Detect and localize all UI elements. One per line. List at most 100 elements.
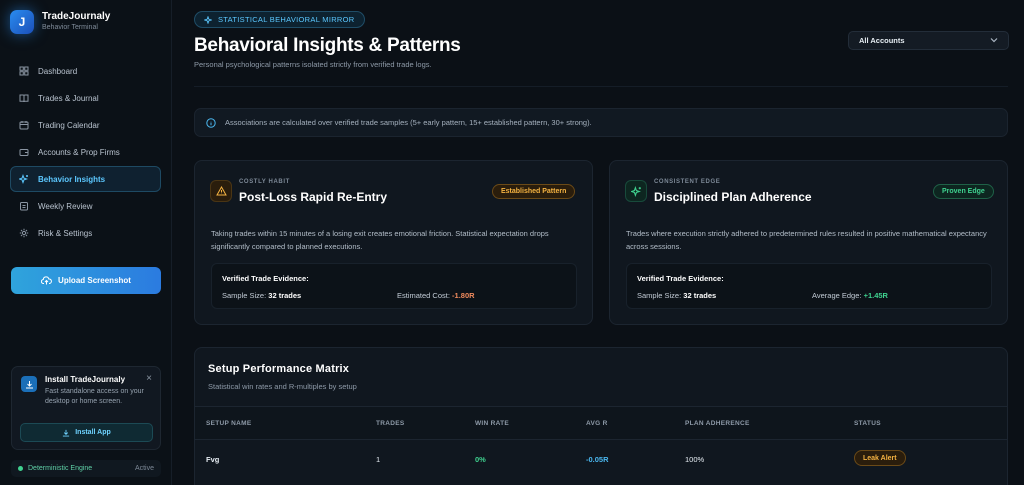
engine-status: Deterministic Engine Active	[11, 460, 161, 477]
upload-screenshot-button[interactable]: Upload Screenshot	[11, 267, 161, 294]
page-subtitle: Personal psychological patterns isolated…	[194, 60, 432, 69]
plan-adherence-cell: 100%	[685, 455, 705, 464]
metric-label: Average Edge:	[812, 291, 862, 300]
column-header[interactable]: SETUP NAME	[206, 420, 252, 427]
install-app-label: Install App	[75, 429, 111, 436]
average-edge: Average Edge: +1.45R	[812, 291, 888, 300]
section-badge-label: STATISTICAL BEHAVIORAL MIRROR	[218, 15, 355, 24]
sidebar-item-trading-calendar[interactable]: Trading Calendar	[10, 112, 161, 138]
section-badge: STATISTICAL BEHAVIORAL MIRROR	[194, 11, 365, 28]
sidebar-item-risk-settings[interactable]: Risk & Settings	[10, 220, 161, 246]
chevron-down-icon	[990, 36, 998, 45]
card-kicker: CONSISTENT EDGE	[654, 179, 721, 185]
sample-size-label: Sample Size:	[222, 291, 267, 300]
status-badge: Leak Alert	[854, 450, 906, 466]
divider	[194, 86, 1008, 87]
account-select[interactable]: All Accounts	[848, 31, 1009, 50]
avg-r-cell: -0.05R	[586, 455, 609, 464]
estimated-cost: Estimated Cost: -1.80R	[397, 291, 475, 300]
column-header[interactable]: STATUS	[854, 420, 881, 427]
evidence-title: Verified Trade Evidence:	[222, 274, 309, 283]
metric-value: -1.80R	[452, 291, 475, 300]
sidebar: J TradeJournaly Behavior Terminal Dashbo…	[0, 0, 172, 485]
brand[interactable]: J TradeJournaly Behavior Terminal	[10, 10, 110, 34]
evidence-box: Verified Trade Evidence: Sample Size: 32…	[626, 263, 992, 309]
metric-label: Estimated Cost:	[397, 291, 450, 300]
sparkle-icon	[625, 180, 647, 202]
matrix-subtitle: Statistical win rates and R-multiples by…	[208, 382, 357, 391]
gear-icon	[19, 228, 29, 238]
upload-label: Upload Screenshot	[58, 276, 131, 285]
trades-cell: 1	[376, 455, 381, 464]
evidence-box: Verified Trade Evidence: Sample Size: 32…	[211, 263, 577, 309]
install-card: Install TradeJournaly Fast standalone ac…	[11, 366, 161, 450]
column-header[interactable]: TRADES	[376, 420, 405, 427]
sidebar-nav: Dashboard Trades & Journal Trading Calen…	[10, 58, 161, 247]
sidebar-item-label: Dashboard	[38, 66, 78, 76]
win-rate-cell: 0%	[475, 455, 486, 464]
grid-icon	[19, 66, 29, 76]
sidebar-item-label: Trades & Journal	[38, 93, 99, 103]
evidence-title: Verified Trade Evidence:	[637, 274, 724, 283]
account-select-value: All Accounts	[859, 36, 905, 45]
sample-size-value: 32 trades	[268, 291, 302, 300]
download-icon	[21, 376, 37, 392]
install-title: Install TradeJournaly	[45, 375, 126, 384]
card-kicker: COSTLY HABIT	[239, 179, 290, 185]
info-text: Associations are calculated over verifie…	[225, 118, 592, 127]
column-header[interactable]: WIN RATE	[475, 420, 509, 427]
sidebar-item-behavior-insights[interactable]: Behavior Insights	[10, 166, 161, 192]
setup-name-cell: Fvg	[206, 455, 220, 464]
download-icon	[62, 429, 70, 437]
brand-subtitle: Behavior Terminal	[42, 24, 98, 31]
sidebar-item-trades-journal[interactable]: Trades & Journal	[10, 85, 161, 111]
sparkle-icon	[204, 15, 212, 24]
clipboard-icon	[19, 201, 29, 211]
card-title: Disciplined Plan Adherence	[654, 190, 812, 204]
book-icon	[19, 93, 29, 103]
sample-size: Sample Size: 32 trades	[222, 291, 301, 300]
card-description: Taking trades within 15 minutes of a los…	[211, 229, 549, 251]
sidebar-item-dashboard[interactable]: Dashboard	[10, 58, 161, 84]
table-row[interactable]: Fvg 1 0% -0.05R 100% Leak Alert	[195, 440, 1007, 480]
insight-card-costly-habit: COSTLY HABIT Post-Loss Rapid Re-Entry Es…	[194, 160, 593, 325]
table-header: SETUP NAME TRADES WIN RATE AVG R PLAN AD…	[195, 406, 1007, 440]
sample-size-label: Sample Size:	[637, 291, 682, 300]
engine-label: Deterministic Engine	[28, 465, 93, 472]
card-title: Post-Loss Rapid Re-Entry	[239, 190, 388, 204]
sidebar-item-label: Weekly Review	[38, 201, 93, 211]
sidebar-item-weekly-review[interactable]: Weekly Review	[10, 193, 161, 219]
brand-name: TradeJournaly	[42, 11, 111, 22]
metric-value: +1.45R	[863, 291, 888, 300]
sidebar-item-accounts[interactable]: Accounts & Prop Firms	[10, 139, 161, 165]
sidebar-item-label: Accounts & Prop Firms	[38, 147, 120, 157]
insight-card-consistent-edge: CONSISTENT EDGE Disciplined Plan Adheren…	[609, 160, 1008, 325]
column-header[interactable]: AVG R	[586, 420, 608, 427]
column-header[interactable]: PLAN ADHERENCE	[685, 420, 750, 427]
main-content: STATISTICAL BEHAVIORAL MIRROR Behavioral…	[172, 0, 1024, 485]
install-description: Fast standalone access on your desktop o…	[45, 388, 144, 405]
card-description: Trades where execution strictly adhered …	[626, 229, 987, 251]
sample-size-value: 32 trades	[683, 291, 717, 300]
matrix-title: Setup Performance Matrix	[208, 363, 350, 375]
close-icon[interactable]: ×	[146, 373, 152, 384]
status-badge: Established Pattern	[492, 184, 576, 199]
engine-status-label: Active	[134, 465, 154, 472]
info-banner: Associations are calculated over verifie…	[194, 108, 1008, 137]
page-title: Behavioral Insights & Patterns	[194, 35, 461, 56]
sparkle-icon	[19, 174, 29, 184]
sidebar-item-label: Trading Calendar	[38, 120, 100, 130]
info-icon	[206, 117, 216, 128]
wallet-icon	[19, 147, 29, 157]
setup-performance-matrix: Setup Performance Matrix Statistical win…	[194, 347, 1008, 485]
sidebar-item-label: Risk & Settings	[38, 228, 93, 238]
cloud-upload-icon	[41, 276, 52, 285]
status-dot-icon	[18, 466, 23, 471]
warning-icon	[210, 180, 232, 202]
brand-logo-icon: J	[10, 10, 34, 34]
sample-size: Sample Size: 32 trades	[637, 291, 716, 300]
sidebar-item-label: Behavior Insights	[38, 174, 106, 184]
calendar-icon	[19, 120, 29, 130]
install-app-button[interactable]: Install App	[20, 423, 153, 442]
status-badge: Proven Edge	[933, 184, 994, 199]
